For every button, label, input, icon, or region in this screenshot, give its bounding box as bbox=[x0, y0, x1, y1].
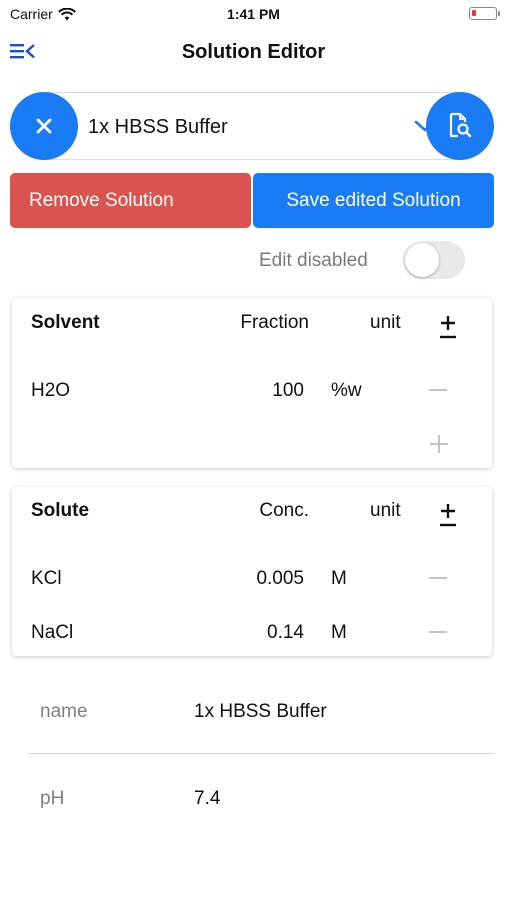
solute-table: Solute Conc. unit KCl 0.005 M NaCl 0.14 … bbox=[12, 487, 492, 656]
solvent-fraction: 100 bbox=[272, 380, 304, 401]
solvent-unit: %w bbox=[331, 380, 362, 401]
solution-dropdown[interactable]: 1x HBSS Buffer bbox=[44, 92, 460, 160]
solute-header: Solute bbox=[31, 500, 90, 521]
solvent-name: H2O bbox=[31, 380, 71, 401]
plus-minus-icon[interactable] bbox=[436, 314, 460, 342]
divider bbox=[28, 753, 494, 754]
clear-selection-button[interactable] bbox=[10, 92, 78, 160]
solvent-header: Solvent bbox=[31, 312, 100, 333]
property-label-ph: pH bbox=[40, 788, 65, 809]
solute-unit: M bbox=[331, 622, 347, 643]
property-value-ph[interactable]: 7.4 bbox=[194, 788, 220, 810]
edit-toggle[interactable] bbox=[403, 241, 465, 279]
solute-name: NaCl bbox=[31, 622, 74, 643]
solute-unit: M bbox=[331, 568, 347, 589]
solute-concentration: 0.14 bbox=[267, 622, 304, 643]
remove-solution-button[interactable]: Remove Solution bbox=[10, 173, 251, 228]
status-time: 1:41 PM bbox=[227, 6, 280, 22]
document-search-icon bbox=[449, 112, 472, 138]
unit-header: unit bbox=[370, 500, 401, 521]
edit-toggle-label: Edit disabled bbox=[259, 250, 368, 271]
navigation-bar: Solution Editor bbox=[0, 30, 507, 74]
solution-selector: 1x HBSS Buffer bbox=[10, 92, 494, 160]
remove-row-icon[interactable] bbox=[429, 577, 447, 579]
concentration-header: Conc. bbox=[259, 500, 309, 521]
plus-minus-icon[interactable] bbox=[436, 502, 460, 530]
fraction-header: Fraction bbox=[240, 312, 309, 333]
property-value-name[interactable]: 1x HBSS Buffer bbox=[194, 701, 327, 723]
solvent-table: Solvent Fraction unit H2O 100 %w bbox=[12, 298, 492, 468]
save-solution-button[interactable]: Save edited Solution bbox=[253, 173, 494, 228]
search-solution-button[interactable] bbox=[426, 92, 494, 160]
status-bar: Carrier 1:41 PM bbox=[0, 0, 507, 28]
remove-row-icon[interactable] bbox=[429, 631, 447, 633]
solute-name: KCl bbox=[31, 568, 62, 589]
remove-row-icon[interactable] bbox=[429, 389, 447, 391]
unit-header: unit bbox=[370, 312, 401, 333]
solute-concentration: 0.005 bbox=[256, 568, 304, 589]
page-title: Solution Editor bbox=[181, 41, 326, 63]
close-icon bbox=[36, 118, 52, 134]
toggle-knob bbox=[405, 243, 439, 277]
battery-level bbox=[472, 10, 476, 16]
property-label-name: name bbox=[40, 701, 88, 722]
add-row-icon[interactable] bbox=[430, 435, 448, 453]
battery-low-icon bbox=[469, 7, 500, 20]
selected-solution: 1x HBSS Buffer bbox=[88, 116, 228, 138]
